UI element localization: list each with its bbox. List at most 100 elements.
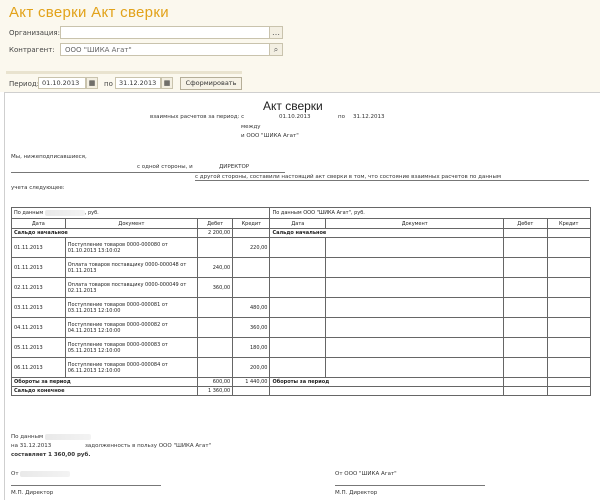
- date-from-input[interactable]: 01.10.2013: [38, 77, 86, 89]
- row-date: 06.11.2013: [11, 357, 66, 378]
- row-credit: 360,00: [232, 317, 271, 338]
- report-between: между: [241, 124, 261, 130]
- report-sheet: Акт сверки взаимных расчетов за период: …: [4, 92, 600, 500]
- turnover-label: Обороты за период: [10, 377, 199, 387]
- org-field[interactable]: [60, 26, 270, 39]
- footer-left-3: составляет 1 360,00 руб.: [11, 452, 91, 458]
- calendar-to-icon[interactable]: ▦: [161, 77, 173, 89]
- party-role2: ДИРЕКТОР: [219, 164, 250, 170]
- table-row: 01.11.2013 Поступление товаров 0000-00008…: [11, 237, 592, 258]
- row-date: 02.11.2013: [11, 277, 66, 298]
- footer-left-1: По данным: [11, 434, 91, 440]
- row-right-empty: [546, 277, 592, 298]
- row-document: Поступление товаров 0000-000082 от 04.11…: [64, 317, 199, 338]
- table-row: 04.11.2013 Поступление товаров 0000-00008…: [11, 317, 592, 338]
- report-date-from: 01.10.2013: [279, 114, 311, 120]
- table-row: 06.11.2013 Поступление товаров 0000-00008…: [11, 357, 592, 378]
- opening-right-label: Сальдо начальное: [269, 228, 505, 238]
- legal-underline: [195, 180, 589, 181]
- left-heading: По данным , руб.: [10, 207, 271, 219]
- reconciliation-table: По данным , руб. По данным ООО "ШИКА Ага…: [10, 207, 592, 396]
- signature-line: [11, 172, 191, 173]
- report-date-to: 31.12.2013: [353, 114, 385, 120]
- col-debit: Дебет: [197, 218, 234, 229]
- turnover-credit: 1 440,00: [232, 377, 271, 387]
- row-right-empty: [269, 337, 327, 358]
- footer-left-2: на 31.12.2013: [11, 443, 52, 449]
- row-right-empty: [269, 317, 327, 338]
- opening-debit: 2 200,00: [197, 228, 234, 238]
- row-right-empty: [269, 357, 327, 378]
- row-debit: [197, 237, 234, 258]
- row-right-empty: [503, 317, 548, 338]
- contractor-field[interactable]: ООО "ШИКА Агат": [60, 43, 270, 56]
- org-label: Организация:: [9, 29, 60, 37]
- row-document: Поступление товаров 0000-000084 от 06.11…: [64, 357, 199, 378]
- report-subtitle: взаимных расчетов за период: с: [150, 114, 245, 120]
- row-right-empty: [503, 337, 548, 358]
- row-right-empty: [546, 357, 592, 378]
- row-date: 04.11.2013: [11, 317, 66, 338]
- row-right-empty: [325, 357, 505, 378]
- divider: [6, 71, 242, 74]
- row-credit: 220,00: [232, 237, 271, 258]
- row-credit: 180,00: [232, 337, 271, 358]
- contractor-search-icon[interactable]: ⌕: [269, 43, 283, 56]
- row-debit: [197, 297, 234, 318]
- calendar-from-icon[interactable]: ▦: [86, 77, 98, 89]
- row-right-empty: [503, 277, 548, 298]
- row-document: Поступление товаров 0000-000081 от 03.11…: [64, 297, 199, 318]
- row-right-empty: [503, 237, 548, 258]
- row-right-empty: [546, 237, 592, 258]
- row-right-empty: [546, 297, 592, 318]
- sign-line-left: [11, 485, 161, 486]
- turnover-right-label: Обороты за период: [269, 377, 505, 387]
- row-credit: [232, 257, 271, 278]
- row-debit: [197, 357, 234, 378]
- row-right-empty: [546, 257, 592, 278]
- footer-sign-left: М.П. Директор: [11, 490, 54, 496]
- right-heading: По данным ООО "ШИКА Агат", руб.: [269, 207, 591, 219]
- closing-label: Сальдо конечное: [10, 386, 199, 396]
- table-row: 01.11.2013 Оплата товаров поставщику 0000…: [11, 257, 592, 278]
- table-row: 05.11.2013 Поступление товаров 0000-00008…: [11, 337, 592, 358]
- report-contractor: и ООО "ШИКА Агат": [241, 133, 299, 139]
- footer-sign-right: М.П. Директор: [335, 490, 378, 496]
- col-credit: Кредит: [232, 218, 271, 229]
- row-document: Оплата товаров поставщику 0000-000049 от…: [64, 277, 199, 298]
- contractor-label: Контрагент:: [9, 46, 55, 54]
- col-date-right: Дата: [269, 218, 327, 229]
- footer-from-right: От ООО "ШИКА Агат": [335, 471, 397, 477]
- row-right-empty: [325, 277, 505, 298]
- table-row: 02.11.2013 Оплата товаров поставщику 0000…: [11, 277, 592, 298]
- col-document-right: Документ: [325, 218, 505, 229]
- closing-debit: 1 360,00: [197, 386, 234, 396]
- row-right-empty: [503, 297, 548, 318]
- row-document: Поступление товаров 0000-000083 от 05.11…: [64, 337, 199, 358]
- row-right-empty: [269, 277, 327, 298]
- col-credit-right: Кредит: [546, 218, 592, 229]
- row-date: 01.11.2013: [11, 237, 66, 258]
- row-right-empty: [269, 257, 327, 278]
- col-debit-right: Дебет: [503, 218, 548, 229]
- date-separator: по: [104, 80, 113, 88]
- col-date: Дата: [11, 218, 66, 229]
- window-title: Акт сверки Акт сверки: [9, 4, 169, 21]
- row-right-empty: [325, 297, 505, 318]
- row-document: Поступление товаров 0000-000080 от 01.10…: [64, 237, 199, 258]
- generate-button[interactable]: Сформировать: [180, 77, 242, 90]
- row-right-empty: [503, 357, 548, 378]
- row-right-empty: [269, 297, 327, 318]
- row-credit: [232, 277, 271, 298]
- date-to-input[interactable]: 31.12.2013: [115, 77, 161, 89]
- report-title: Акт сверки: [263, 99, 323, 113]
- row-date: 01.11.2013: [11, 257, 66, 278]
- table-row: 03.11.2013 Поступление товаров 0000-00008…: [11, 297, 592, 318]
- row-credit: 480,00: [232, 297, 271, 318]
- row-right-empty: [325, 257, 505, 278]
- row-debit: 240,00: [197, 257, 234, 278]
- org-select-button[interactable]: …: [269, 26, 283, 39]
- party-role: с одной стороны, и: [137, 164, 193, 170]
- turnover-debit: 600,00: [197, 377, 234, 387]
- row-right-empty: [325, 337, 505, 358]
